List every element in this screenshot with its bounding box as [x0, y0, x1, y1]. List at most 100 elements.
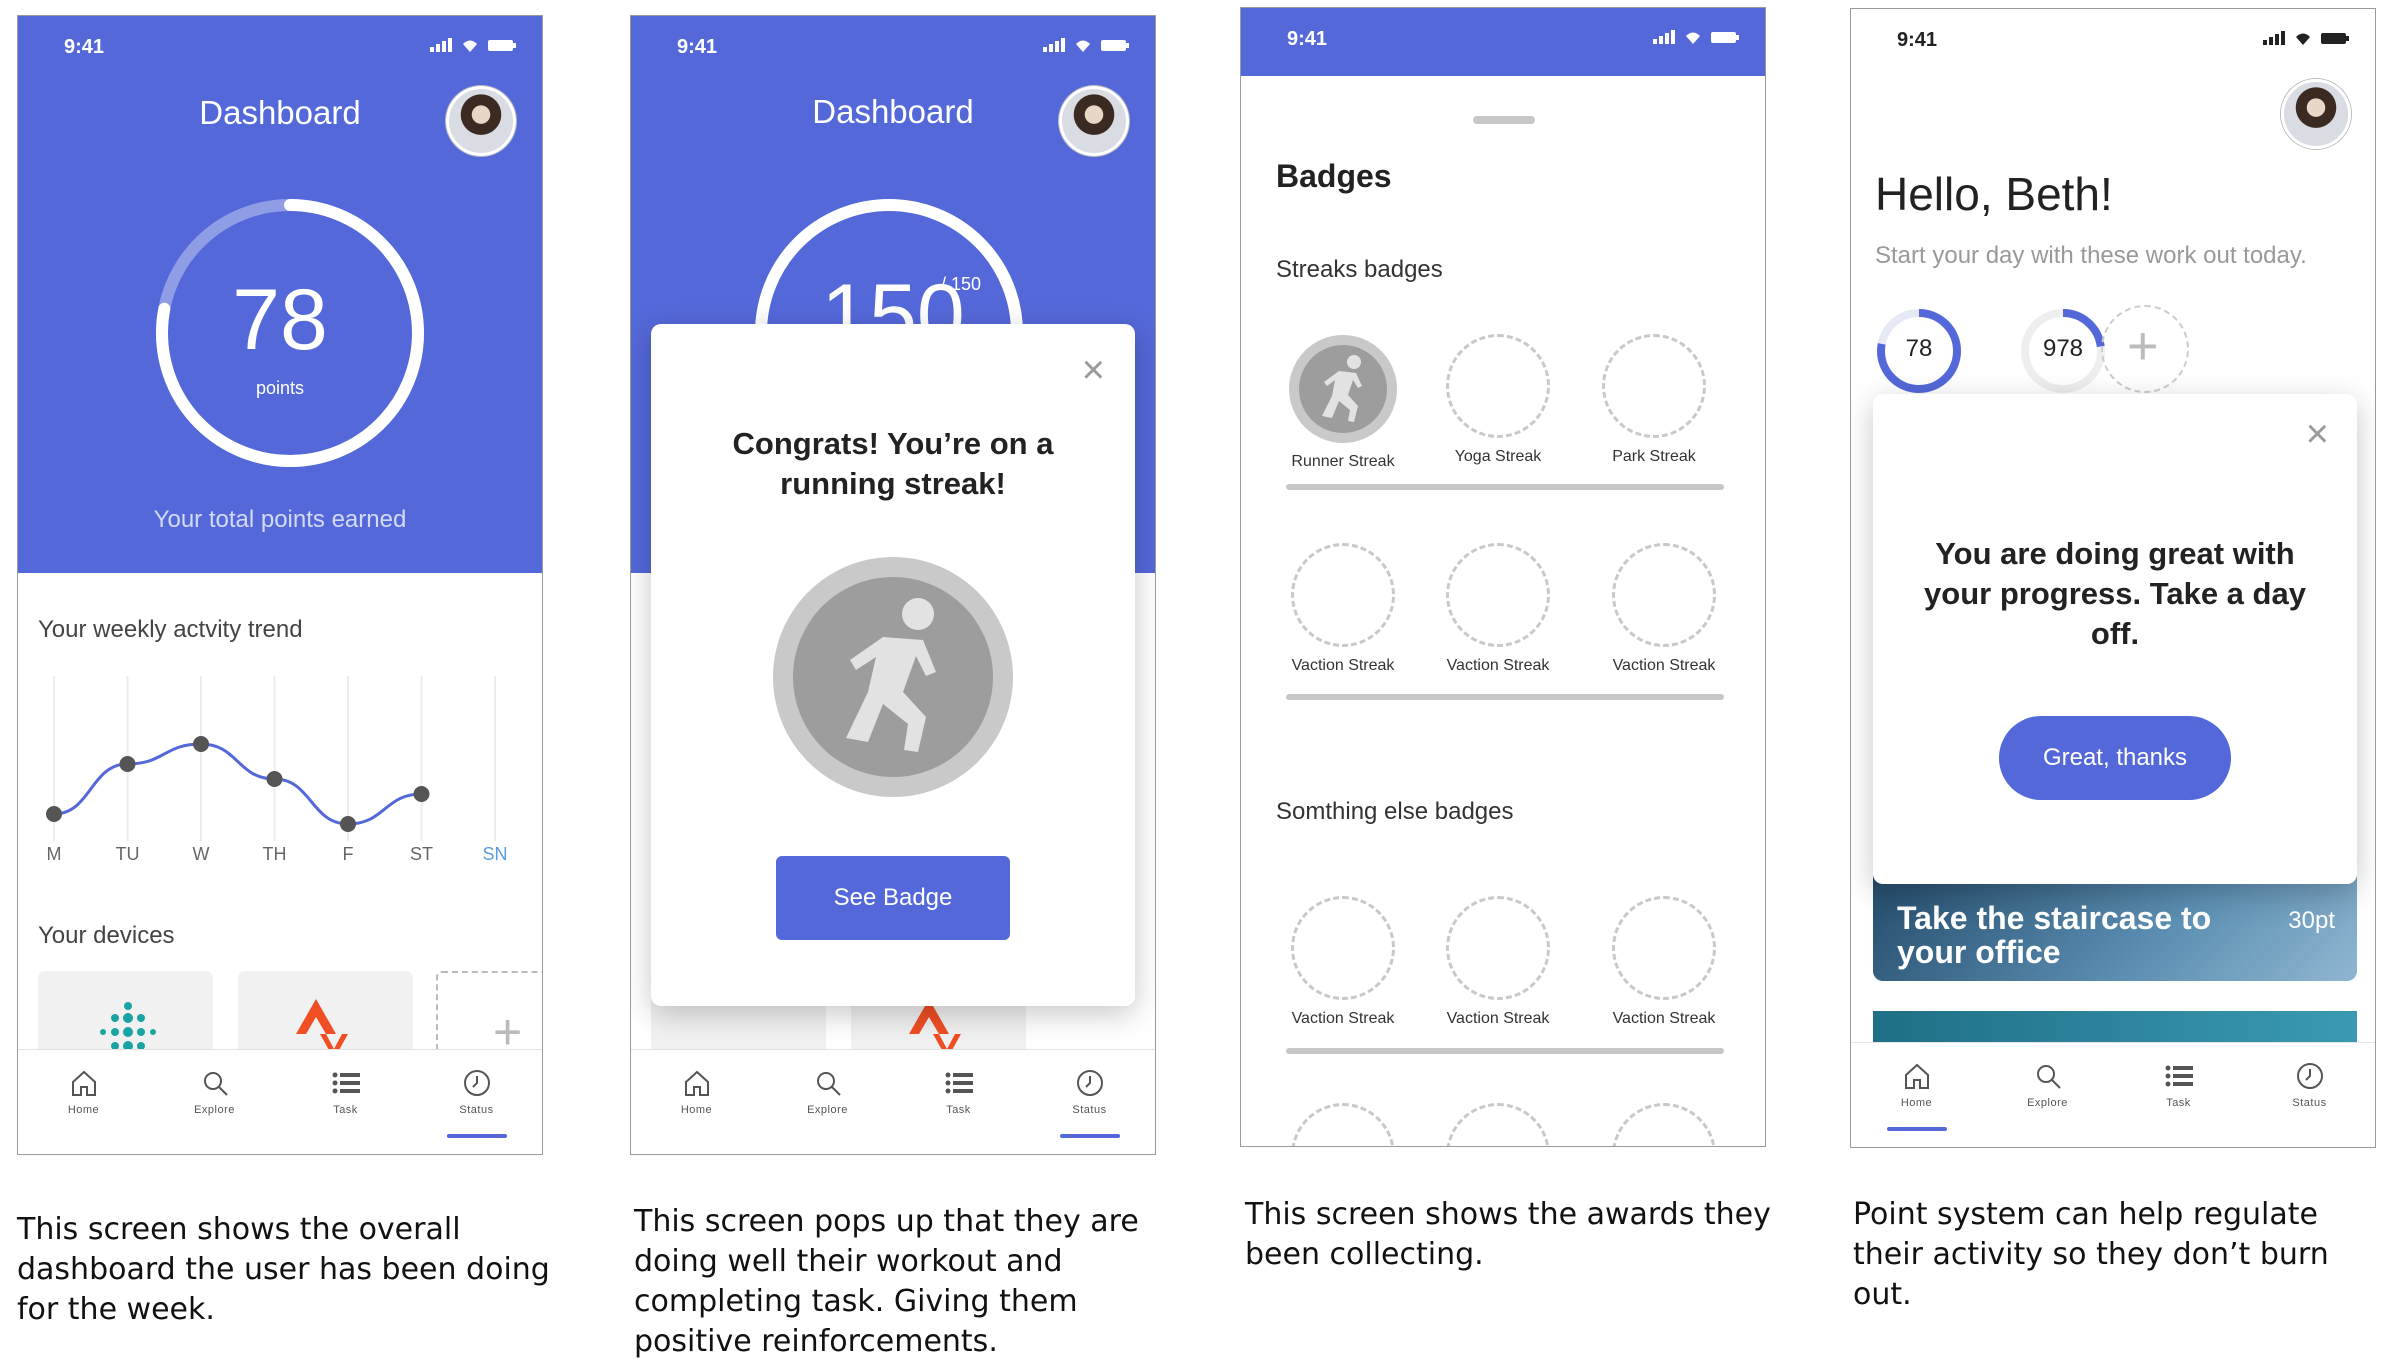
- wifi-icon: [1076, 40, 1090, 52]
- avatar[interactable]: [1059, 86, 1129, 156]
- points-total: / 150: [941, 274, 982, 294]
- phone-screen-congrats: 9:41 Dashboard 150 / 150 Home Explore Ta…: [630, 15, 1156, 1155]
- caption-screen4: Point system can help regulate their act…: [1853, 1197, 2329, 1312]
- points-caption: Your total points earned: [153, 506, 407, 533]
- see-badge-button[interactable]: See Badge: [776, 856, 1010, 940]
- nav-home[interactable]: Home: [1851, 1043, 1982, 1131]
- nav-task[interactable]: Task: [893, 1050, 1024, 1116]
- day-label: M: [46, 844, 62, 864]
- day-label: TU: [115, 844, 140, 864]
- phone-screen-badges: 9:41 Badges Streaks badges Runner Streak…: [1240, 7, 1766, 1147]
- avatar[interactable]: [446, 86, 516, 156]
- empty-badge-placeholder: [1446, 543, 1550, 647]
- page-title: Badges: [1276, 158, 1392, 194]
- nav-label: Task: [946, 1104, 971, 1116]
- clock-icon: [463, 1070, 490, 1096]
- list-icon: [332, 1072, 360, 1094]
- shelf-divider: [1286, 694, 1724, 700]
- badge-yoga-streak[interactable]: Yoga Streak: [1443, 334, 1553, 466]
- greeting: Hello, Beth!: [1875, 168, 2113, 220]
- trend-point: [340, 816, 356, 832]
- shelf-divider: [1286, 1048, 1724, 1054]
- status-icons: [1653, 30, 1739, 44]
- badge-vaction-streak[interactable]: Vaction Streak: [1443, 543, 1553, 675]
- signal-icon: [1653, 30, 1675, 44]
- empty-badge-placeholder: [1291, 1103, 1395, 1146]
- runner-badge-icon: [773, 557, 1013, 797]
- empty-badge-placeholder: [1291, 896, 1395, 1000]
- badge-label: Vaction Streak: [1291, 657, 1395, 674]
- caption-screen3: This screen shows the awards they been c…: [1245, 1197, 1771, 1272]
- nav-label: Task: [333, 1104, 358, 1116]
- badge-placeholder-row4[interactable]: [1288, 1103, 1398, 1146]
- nav-status[interactable]: Status: [1024, 1050, 1155, 1138]
- badge-vaction-streak[interactable]: Vaction Streak: [1443, 896, 1553, 1028]
- modal-message: Congrats! You’re on a running streak!: [732, 426, 1054, 501]
- rest-day-modal: × You are doing great with your progress…: [1873, 394, 2357, 884]
- badge-label: Runner Streak: [1291, 453, 1395, 470]
- shelf-divider: [1286, 484, 1724, 490]
- nav-explore[interactable]: Explore: [149, 1050, 280, 1116]
- wifi-icon: [2296, 33, 2310, 45]
- search-icon: [2036, 1065, 2061, 1089]
- badge-park-streak[interactable]: Park Streak: [1599, 334, 1709, 466]
- sheet-handle[interactable]: [1473, 116, 1535, 124]
- ring-value: 978: [2042, 335, 2084, 362]
- task-points: 30pt: [2288, 907, 2335, 934]
- close-icon[interactable]: ×: [1082, 350, 1105, 390]
- nav-label: Status: [459, 1104, 494, 1116]
- add-goal-button[interactable]: +: [2101, 305, 2189, 393]
- plus-icon: +: [2127, 316, 2159, 376]
- badge-label: Vaction Streak: [1612, 1010, 1716, 1027]
- empty-badge-placeholder: [1291, 543, 1395, 647]
- status-icons: [2263, 31, 2349, 45]
- nav-home[interactable]: Home: [631, 1050, 762, 1116]
- badge-vaction-streak[interactable]: Vaction Streak: [1609, 543, 1719, 675]
- battery-icon: [1101, 40, 1129, 51]
- avatar[interactable]: [2281, 79, 2351, 149]
- nav-label: Explore: [194, 1104, 235, 1116]
- day-label: SN: [482, 844, 508, 864]
- nav-task[interactable]: Task: [280, 1050, 411, 1116]
- empty-badge-placeholder: [1612, 543, 1716, 647]
- day-label: W: [192, 844, 210, 864]
- clock-icon: [1076, 1070, 1103, 1096]
- devices-title: Your devices: [38, 922, 175, 949]
- nav-status[interactable]: Status: [2244, 1043, 2375, 1109]
- nav-label: Home: [680, 1104, 713, 1116]
- badge-label: Vaction Streak: [1291, 1010, 1395, 1027]
- section-title: Somthing else badges: [1276, 798, 1514, 825]
- badge-placeholder-row4[interactable]: [1443, 1103, 1553, 1146]
- close-icon[interactable]: ×: [2306, 414, 2329, 454]
- nav-status[interactable]: Status: [411, 1050, 542, 1138]
- badge-runner-streak[interactable]: Runner Streak: [1288, 334, 1398, 471]
- battery-icon: [1711, 32, 1739, 43]
- points-value: 78: [232, 272, 328, 368]
- empty-badge-placeholder: [1446, 1103, 1550, 1146]
- nav-explore[interactable]: Explore: [1982, 1043, 2113, 1109]
- list-icon: [2165, 1065, 2193, 1087]
- status-time: 9:41: [1287, 28, 1328, 50]
- great-thanks-button[interactable]: Great, thanks: [1999, 716, 2231, 800]
- ring-value: 78: [1905, 335, 1933, 362]
- home-icon: [1904, 1063, 1929, 1089]
- badge-placeholder-row4[interactable]: [1609, 1103, 1719, 1146]
- home-icon: [71, 1070, 96, 1096]
- badge-vaction-streak[interactable]: Vaction Streak: [1288, 896, 1398, 1028]
- congrats-modal: × Congrats! You’re on a running streak! …: [651, 324, 1135, 1006]
- task-card[interactable]: Take the staircase to your office 30pt: [1873, 869, 2357, 981]
- badge-vaction-streak[interactable]: Vaction Streak: [1288, 543, 1398, 675]
- subtitle: Start your day with these work out today…: [1875, 242, 2307, 269]
- badge-vaction-streak[interactable]: Vaction Streak: [1609, 896, 1719, 1028]
- empty-badge-placeholder: [1612, 1103, 1716, 1146]
- nav-label: Status: [2292, 1097, 2327, 1109]
- search-icon: [203, 1072, 228, 1096]
- nav-explore[interactable]: Explore: [762, 1050, 893, 1116]
- section-title: Streaks badges: [1276, 256, 1443, 283]
- nav-task[interactable]: Task: [2113, 1043, 2244, 1109]
- signal-icon: [1043, 38, 1065, 52]
- badge-label: Vaction Streak: [1612, 657, 1716, 674]
- nav-active-indicator: [1886, 1127, 1947, 1131]
- nav-home[interactable]: Home: [18, 1050, 149, 1116]
- day-label: TH: [262, 844, 287, 864]
